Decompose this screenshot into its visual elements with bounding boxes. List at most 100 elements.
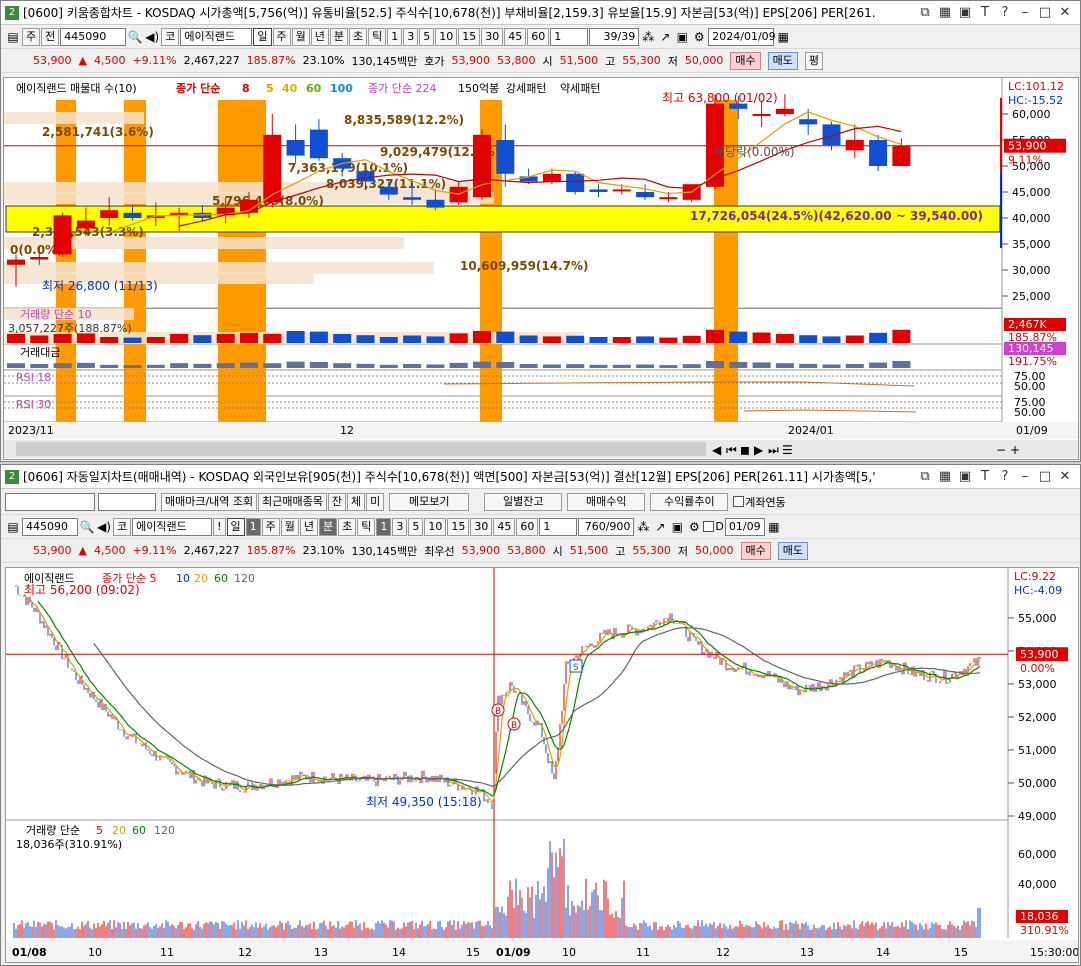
profit-trend-button[interactable]: 수익률추이	[650, 492, 729, 511]
interval-15[interactable]: 15	[447, 517, 470, 536]
settings-gear-icon[interactable]: ⚙	[686, 519, 702, 535]
interval-10[interactable]: 10	[424, 517, 447, 536]
period-second[interactable]: 초	[338, 517, 357, 536]
date-checkbox[interactable]	[703, 521, 715, 532]
period-year[interactable]: 년	[310, 27, 329, 46]
balance-button[interactable]: 잔	[327, 492, 347, 511]
scroll-control[interactable]: ▶	[754, 443, 764, 457]
count-input[interactable]: 760/900	[578, 517, 635, 536]
calendar-icon[interactable]: ▦	[775, 29, 791, 45]
period-day[interactable]: 일	[253, 27, 272, 46]
stock-name[interactable]: 에이직랜드	[132, 517, 213, 536]
eval-button[interactable]: 평	[804, 51, 824, 70]
day-count-select[interactable]: 1	[245, 517, 261, 536]
layout-icon[interactable]: ▤	[5, 519, 21, 535]
interval-3[interactable]: 3	[403, 27, 419, 46]
period-tick[interactable]: 틱	[368, 27, 387, 46]
scroll-control[interactable]: ◼	[740, 443, 750, 457]
help-icon[interactable]: ?	[998, 469, 1012, 484]
scroll-control[interactable]: ⏭	[768, 443, 779, 457]
indicator-icon[interactable]: ⁂	[640, 29, 656, 45]
close-icon[interactable]: ✕	[1058, 469, 1072, 484]
stock-name[interactable]: 에이직랜드	[180, 27, 253, 46]
scroll-control[interactable]: −	[996, 443, 1006, 457]
speaker-icon[interactable]: ◀)	[96, 519, 112, 535]
period-year[interactable]: 년	[299, 517, 319, 536]
font-icon[interactable]: T	[978, 5, 992, 20]
search-icon[interactable]: 🔍	[79, 519, 95, 535]
account-link-checkbox[interactable]	[733, 496, 745, 507]
period-tick[interactable]: 틱	[357, 517, 376, 536]
scroll-control[interactable]: ◀	[712, 443, 722, 457]
interval-1[interactable]: 1	[376, 517, 392, 536]
daily-balance-button[interactable]: 일별잔고	[484, 492, 563, 511]
grid-icon[interactable]: ▦	[938, 469, 952, 484]
interval-45[interactable]: 45	[504, 27, 527, 46]
count-input[interactable]: 39/39	[589, 27, 640, 46]
minute-chart-area[interactable]: 에이직랜드 종가 단순 5 10 20 60 120 LC:9.22 HC:-4…	[5, 567, 1079, 963]
draw-icon[interactable]: ↗	[652, 519, 668, 535]
stock-code-input[interactable]: 445090	[60, 27, 127, 46]
date-input[interactable]: 2024/01/09	[708, 27, 776, 46]
interval-45[interactable]: 45	[493, 517, 516, 536]
buy-button[interactable]: 매수	[730, 51, 761, 70]
alert-button[interactable]: !	[213, 517, 226, 536]
maximize-icon[interactable]: □	[1038, 469, 1052, 484]
period-month[interactable]: 월	[291, 27, 310, 46]
period-week[interactable]: 주	[261, 517, 280, 536]
grid-icon[interactable]: ▦	[938, 5, 952, 20]
indicator-icon[interactable]: ⁂	[635, 519, 651, 535]
stock-code-input[interactable]: 445090	[22, 517, 78, 536]
period-minute[interactable]: 분	[319, 517, 338, 536]
period-minute[interactable]: 분	[329, 27, 348, 46]
scroll-control[interactable]: +	[1010, 443, 1020, 457]
help-icon[interactable]: ?	[998, 5, 1012, 20]
date-input[interactable]: 01/09	[724, 517, 765, 536]
search-icon[interactable]: 🔍	[127, 29, 143, 45]
period-month[interactable]: 월	[280, 517, 299, 536]
period-day[interactable]: 일	[226, 517, 245, 536]
interval-30[interactable]: 30	[481, 27, 504, 46]
chart-type-select[interactable]: 주	[22, 27, 41, 46]
calendar-icon[interactable]: ▦	[766, 519, 782, 535]
speaker-icon[interactable]: ◀)	[144, 29, 160, 45]
prev-button[interactable]: 전	[41, 27, 60, 46]
save-icon[interactable]: ▣	[674, 29, 690, 45]
interval-60[interactable]: 60	[516, 517, 539, 536]
sell-button[interactable]: 매도	[777, 541, 809, 560]
settings-gear-icon[interactable]: ⚙	[691, 29, 707, 45]
period-week[interactable]: 주	[272, 27, 291, 46]
unfilled-button[interactable]: 미	[366, 492, 385, 511]
close-icon[interactable]: ✕	[1058, 5, 1072, 20]
minute-chart-svg[interactable]: 에이직랜드 종가 단순 5 10 20 60 120 LC:9.22 HC:-4…	[6, 568, 1079, 962]
save-icon[interactable]: ▣	[958, 469, 972, 484]
layout-icon[interactable]: ▤	[5, 29, 21, 45]
interval-5[interactable]: 5	[419, 27, 435, 46]
interval-30[interactable]: 30	[470, 517, 493, 536]
filled-button[interactable]: 체	[347, 492, 366, 511]
password-input[interactable]	[98, 492, 156, 511]
trade-mark-query-button[interactable]: 매매마크/내역 조회	[161, 492, 258, 511]
memo-button[interactable]: 메모보기	[389, 492, 470, 511]
interval-1[interactable]: 1	[387, 27, 403, 46]
link-icon[interactable]: ⧉	[918, 469, 932, 484]
trade-profit-button[interactable]: 매매수익	[567, 492, 646, 511]
scroll-control[interactable]: ⏮	[726, 443, 737, 457]
save-icon[interactable]: ▣	[958, 5, 972, 20]
interval-3[interactable]: 3	[392, 517, 408, 536]
interval-10[interactable]: 10	[435, 27, 458, 46]
interval-5[interactable]: 5	[408, 517, 424, 536]
link-icon[interactable]: ⧉	[918, 5, 932, 20]
save-icon[interactable]: ▣	[669, 519, 685, 535]
sell-button[interactable]: 매도	[767, 51, 798, 70]
recent-trades-button[interactable]: 최근매매종목	[258, 492, 327, 511]
daily-chart-svg[interactable]: 에이직랜드 매물대 수(10) 종가 단순 8 5 40 60 100 종가 단…	[4, 78, 1078, 459]
draw-icon[interactable]: ↗	[657, 29, 673, 45]
account-select[interactable]	[5, 492, 95, 511]
interval-60[interactable]: 60	[527, 27, 550, 46]
unit-select[interactable]: 1	[550, 27, 589, 46]
font-icon[interactable]: T	[978, 469, 992, 484]
minimize-icon[interactable]: –	[1018, 469, 1032, 484]
minimize-icon[interactable]: –	[1018, 5, 1032, 20]
maximize-icon[interactable]: □	[1038, 5, 1052, 20]
